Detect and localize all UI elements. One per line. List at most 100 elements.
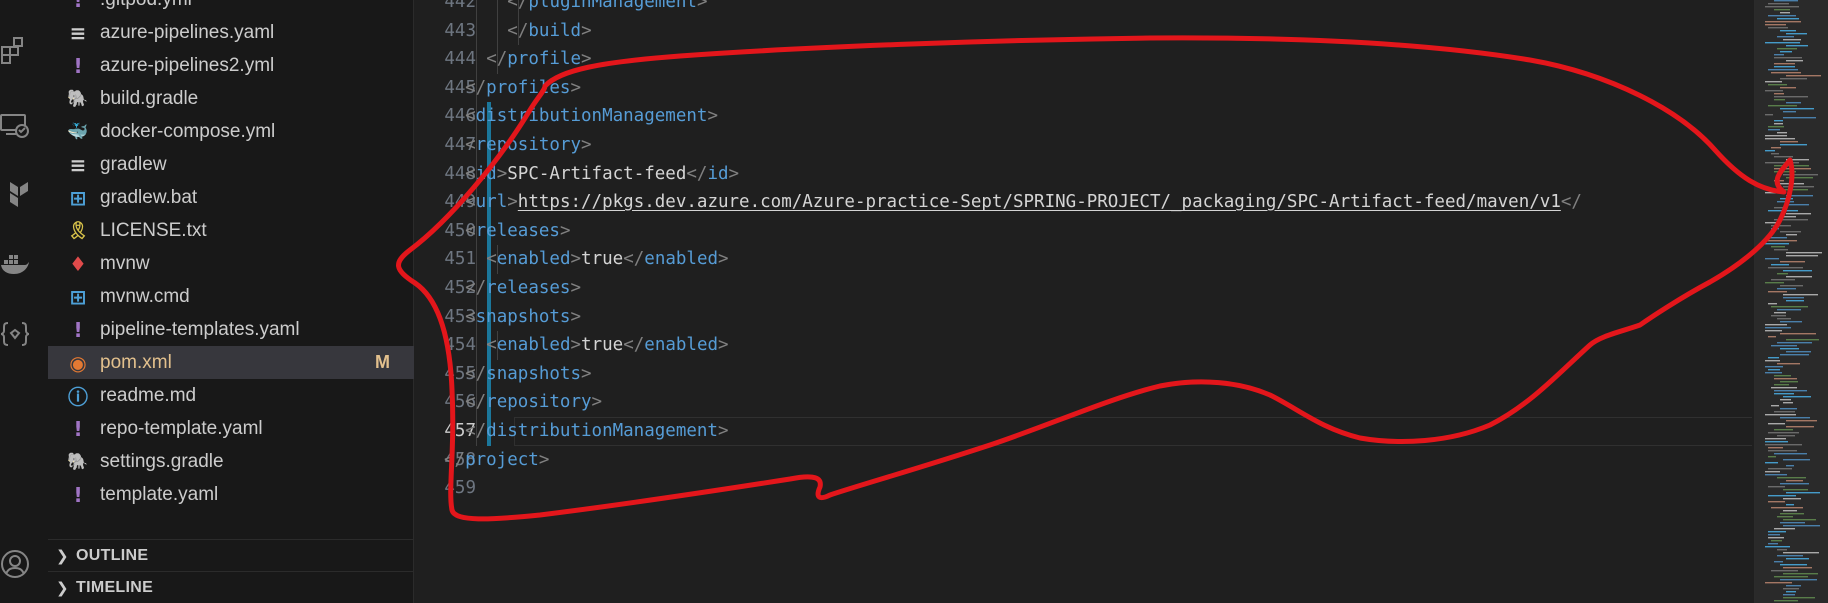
code-token: > (559, 220, 571, 241)
file-item[interactable]: 🎗 LICENSE.txt (48, 214, 414, 247)
minimap-line (1774, 600, 1798, 602)
file-item[interactable]: 🐳 docker-compose.yml (48, 115, 414, 148)
info-icon: ⓘ (68, 385, 88, 409)
file-item[interactable]: ≡ gradlew (48, 148, 414, 181)
file-item[interactable]: 🐘 settings.gradle (48, 445, 414, 478)
code-editor[interactable]: 442 </pluginManagement> 443 </build> 444 </pr… (414, 0, 1754, 603)
file-item[interactable]: ! repo-template.yaml (48, 412, 414, 445)
minimap-line (1777, 363, 1800, 365)
minimap-line (1768, 543, 1778, 545)
extensions-icon[interactable] (0, 28, 30, 72)
minimap-line (1777, 477, 1806, 479)
code-text: </build> (507, 17, 591, 46)
file-name: mvnw.cmd (100, 285, 190, 307)
file-name: pipeline-templates.yaml (100, 318, 300, 340)
indent-guide (476, 245, 477, 274)
code-line[interactable]: 446 <distributionManagement> (414, 102, 1754, 131)
minimap-line (1783, 216, 1796, 218)
minimap-line (1765, 21, 1801, 23)
minimap-line (1768, 336, 1776, 338)
code-line[interactable]: 451 <enabled>true</enabled> (414, 245, 1754, 274)
minimap[interactable] (1754, 0, 1828, 603)
code-line[interactable]: 448 <id>SPC-Artifact-feed</id> (414, 159, 1754, 189)
code-line[interactable]: 459 (414, 474, 1754, 503)
file-name: gradlew (100, 153, 167, 175)
minimap-line (1771, 306, 1808, 308)
file-name: .gitpod.yml (100, 0, 192, 11)
minimap-line (1774, 576, 1808, 578)
code-line[interactable]: 458 </project> (414, 446, 1754, 475)
code-token: build (528, 20, 582, 41)
minimap-line (1768, 369, 1780, 371)
activity-bar (0, 0, 48, 603)
code-line[interactable]: 449 <url>https://pkgs.dev.azure.com/Azure… (414, 188, 1754, 217)
file-item[interactable]: ♦ mvnw (48, 247, 414, 280)
minimap-line (1768, 303, 1777, 305)
terraform-icon[interactable] (0, 172, 30, 216)
code-line[interactable]: 450 <releases> (414, 216, 1754, 246)
file-item[interactable]: ! pipeline-templates.yaml (48, 313, 414, 346)
timeline-section-header[interactable]: ❯ TIMELINE (48, 571, 414, 603)
file-item[interactable]: ⓘ readme.md (48, 379, 414, 412)
minimap-line (1786, 504, 1794, 506)
minimap-line (1774, 528, 1795, 530)
minimap-line (1786, 339, 1819, 341)
code-token: profile (507, 49, 582, 70)
minimap-line (1765, 582, 1792, 584)
minimap-line (1771, 540, 1782, 542)
code-token: > (717, 420, 729, 441)
file-item[interactable]: ! template.yaml (48, 478, 414, 511)
minimap-line (1765, 438, 1786, 440)
code-line[interactable]: 456 </repository> (414, 388, 1754, 417)
code-token: > (581, 49, 592, 70)
code-line[interactable]: 444 </profile> (414, 45, 1754, 74)
code-line[interactable]: 457 </distributionManagement> (414, 416, 1754, 446)
json-schema-icon[interactable] (0, 312, 30, 356)
minimap-line (1771, 246, 1785, 248)
docker-icon[interactable] (0, 242, 30, 286)
code-token: < (465, 220, 476, 241)
file-item[interactable]: ! .gitpod.yml (48, 0, 414, 16)
minimap-line (1777, 48, 1797, 50)
code-line[interactable]: 453 <snapshots> (414, 302, 1754, 332)
minimap-line (1768, 501, 1785, 503)
code-text: </releases> (465, 274, 581, 303)
exclamation-icon: ! (73, 317, 83, 342)
minimap-line (1786, 420, 1817, 422)
file-item[interactable]: ⊞ gradlew.bat (48, 181, 414, 214)
file-item[interactable]: ≡ azure-pipelines.yaml (48, 16, 414, 49)
code-line[interactable]: 452 </releases> (414, 273, 1754, 303)
file-name: mvnw (100, 252, 150, 274)
account-icon[interactable] (0, 542, 30, 586)
file-item[interactable]: ! azure-pipelines2.yml (48, 49, 414, 82)
code-line[interactable]: 447 <repository> (414, 130, 1754, 160)
file-item[interactable]: ⊞ mvnw.cmd (48, 280, 414, 313)
code-line[interactable]: 445 </profiles> (414, 73, 1754, 103)
minimap-line (1774, 54, 1784, 56)
file-item[interactable]: ◉ pom.xml M (48, 346, 414, 379)
minimap-line (1786, 45, 1808, 47)
minimap-line (1786, 252, 1822, 254)
code-token: > (707, 106, 718, 127)
code-lines: 442 </pluginManagement> 443 </build> 444 </pr… (414, 0, 1754, 503)
minimap-line (1780, 78, 1807, 80)
minimap-line (1780, 198, 1793, 200)
outline-section-header[interactable]: ❯ OUTLINE (48, 539, 414, 571)
minimap-line (1768, 432, 1799, 434)
minimap-line (1783, 489, 1808, 491)
code-line[interactable]: 455 </snapshots> (414, 359, 1754, 389)
code-line[interactable]: 442 </pluginManagement> (414, 0, 1754, 17)
remote-explorer-icon[interactable] (0, 102, 30, 146)
minimap-line (1774, 312, 1786, 314)
code-token: id (707, 163, 729, 184)
code-line[interactable]: 454 <enabled>true</enabled> (414, 331, 1754, 360)
minimap-line (1768, 69, 1798, 71)
code-line[interactable]: 443 </build> (414, 16, 1754, 46)
exclamation-icon: ! (73, 53, 83, 78)
minimap-line (1765, 462, 1778, 464)
minimap-line (1774, 189, 1808, 191)
code-token: </ (623, 249, 645, 270)
code-token[interactable]: https://pkgs.dev.azure.com/Azure-practic… (518, 192, 1561, 212)
file-item[interactable]: 🐘 build.gradle (48, 82, 414, 115)
code-token: true (581, 335, 624, 356)
